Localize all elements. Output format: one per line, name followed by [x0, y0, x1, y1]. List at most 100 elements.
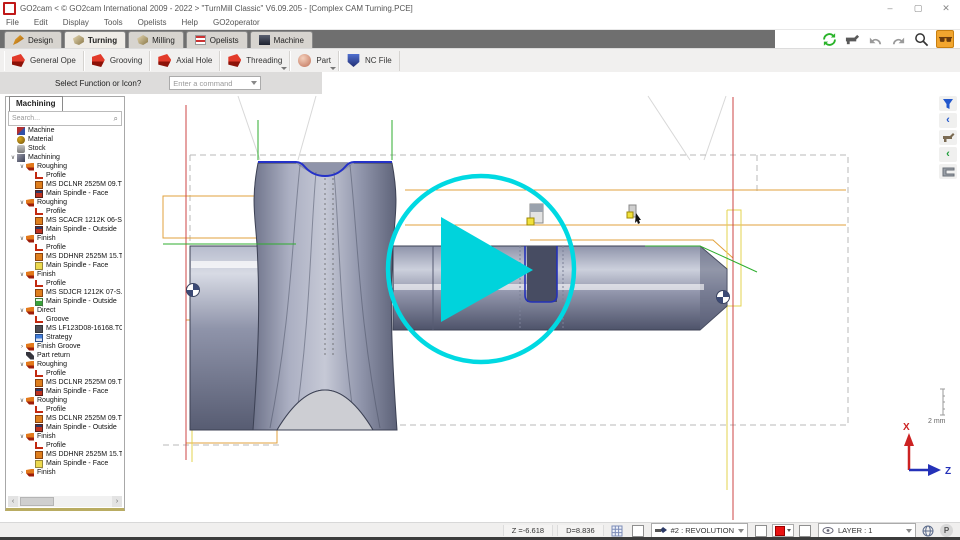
redo-icon[interactable]: [890, 31, 906, 47]
tree-item-ms-scacr-1212k-06-s-t[interactable]: MS SCACR 1212K 06-S.T: [8, 216, 122, 225]
menu-help[interactable]: Help: [182, 18, 198, 27]
sync-icon[interactable]: [821, 31, 837, 47]
scroll-left-icon[interactable]: ‹: [8, 496, 18, 507]
tree-item-roughing[interactable]: ∨Roughing: [8, 360, 122, 369]
menu-tools[interactable]: Tools: [104, 18, 123, 27]
tree-collapsed-icon[interactable]: ›: [18, 470, 26, 476]
toolbar-nc-file-button[interactable]: NC File: [339, 51, 400, 71]
tree-expanded-icon[interactable]: ∨: [18, 271, 26, 278]
tree-item-ms-sdjcr-1212k-07-s-t0[interactable]: MS SDJCR 1212K 07-S.T0: [8, 288, 122, 297]
tree-item-finish[interactable]: ∨Finish: [8, 234, 122, 243]
tree-item-ms-dclnr-2525m-09-t00[interactable]: MS DCLNR 2525M 09.T00: [8, 180, 122, 189]
layer-checkbox[interactable]: [799, 525, 811, 537]
tree-item-finish[interactable]: ∨Finish: [8, 432, 122, 441]
revolution-checkbox[interactable]: [632, 525, 644, 537]
scroll-thumb[interactable]: [20, 497, 54, 506]
toolbar-threading-button[interactable]: Threading: [220, 51, 290, 71]
tree-item-profile[interactable]: Profile: [8, 207, 122, 216]
tree-item-part-return[interactable]: Part return: [8, 351, 122, 360]
tree-item-finish[interactable]: ›Finish: [8, 468, 122, 477]
tab-design[interactable]: Design: [4, 31, 62, 48]
tree-item-main-spindle-face[interactable]: Main Spindle - Face: [8, 261, 122, 270]
glasses-icon[interactable]: [936, 30, 954, 48]
menu-file[interactable]: File: [6, 18, 19, 27]
undo-icon[interactable]: [867, 31, 883, 47]
tree-item-profile[interactable]: Profile: [8, 243, 122, 252]
tree-item-machining[interactable]: ∨Machining: [8, 153, 122, 162]
tree-item-main-spindle-outside[interactable]: Main Spindle - Outside: [8, 225, 122, 234]
caliper-icon[interactable]: [844, 31, 860, 47]
tree-item-profile[interactable]: Profile: [8, 171, 122, 180]
search-input[interactable]: Search... ⌕: [8, 111, 122, 126]
tree-expanded-icon[interactable]: ∨: [9, 154, 17, 161]
tree-item-profile[interactable]: Profile: [8, 405, 122, 414]
menu-display[interactable]: Display: [63, 18, 89, 27]
toolbar-part-button[interactable]: Part: [290, 51, 339, 71]
tree-item-ms-dclnr-2525m-09-t00[interactable]: MS DCLNR 2525M 09.T00: [8, 378, 122, 387]
tree-item-ms-ddhnr-2525m-15-t00[interactable]: MS DDHNR 2525M 15.T00: [8, 252, 122, 261]
tree-item-finish[interactable]: ∨Finish: [8, 270, 122, 279]
tree-item-profile[interactable]: Profile: [8, 441, 122, 450]
step-back-green-icon[interactable]: ‹: [939, 147, 957, 162]
tree-expanded-icon[interactable]: ∨: [18, 235, 26, 242]
tree-item-ms-dclnr-2525m-09-t00[interactable]: MS DCLNR 2525M 09.T00: [8, 414, 122, 423]
tree-item-main-spindle-outside[interactable]: Main Spindle - Outside: [8, 297, 122, 306]
cad-viewport[interactable]: 2 mm X Z: [128, 94, 960, 524]
tree-hscrollbar[interactable]: ‹ ›: [8, 496, 122, 507]
operator-help-button[interactable]: P: [940, 524, 953, 537]
tab-opelists[interactable]: Opelists: [186, 31, 248, 48]
tree-item-groove[interactable]: Groove: [8, 315, 122, 324]
tree-item-main-spindle-face[interactable]: Main Spindle - Face: [8, 387, 122, 396]
tree-expanded-icon[interactable]: ∨: [18, 307, 26, 314]
tab-machine[interactable]: Machine: [250, 31, 313, 48]
tree-item-stock[interactable]: Stock: [8, 144, 122, 153]
close-button[interactable]: ✕: [932, 3, 960, 14]
menu-go2operator[interactable]: GO2operator: [213, 18, 260, 27]
measure-icon[interactable]: [939, 130, 957, 145]
scroll-right-icon[interactable]: ›: [112, 496, 122, 507]
tree-expanded-icon[interactable]: ∨: [18, 433, 26, 440]
toolbar-grooving-button[interactable]: Grooving: [84, 51, 150, 71]
tree-item-ms-lf123d08-16168-t01[interactable]: MS LF123D08-16168.T01: [8, 324, 122, 333]
color-checkbox[interactable]: [755, 525, 767, 537]
tree-item-main-spindle-face[interactable]: Main Spindle - Face: [8, 189, 122, 198]
cad-canvas[interactable]: 2 mm X Z: [128, 94, 960, 524]
tab-machining[interactable]: Machining: [9, 96, 63, 112]
tree-collapsed-icon[interactable]: ›: [18, 344, 26, 350]
grid-toggle-icon[interactable]: [610, 524, 625, 537]
globe-icon[interactable]: [920, 524, 935, 537]
tree-item-profile[interactable]: Profile: [8, 369, 122, 378]
color-selector[interactable]: [772, 524, 794, 537]
tree-item-machine[interactable]: Machine: [8, 126, 122, 135]
tree-item-main-spindle-face[interactable]: Main Spindle - Face: [8, 459, 122, 468]
layer-selector[interactable]: LAYER : 1: [818, 523, 916, 538]
tree-item-roughing[interactable]: ∨Roughing: [8, 396, 122, 405]
command-input[interactable]: Enter a command: [169, 76, 261, 90]
revolution-selector[interactable]: #2 : REVOLUTION: [651, 523, 748, 538]
zoom-icon[interactable]: [913, 31, 929, 47]
maximize-button[interactable]: ▢: [904, 3, 932, 14]
tree-expanded-icon[interactable]: ∨: [18, 199, 26, 206]
tab-milling[interactable]: Milling: [128, 31, 184, 48]
tab-turning[interactable]: Turning: [64, 31, 126, 48]
tree-item-ms-ddhnr-2525m-15-t00[interactable]: MS DDHNR 2525M 15.T00: [8, 450, 122, 459]
menu-edit[interactable]: Edit: [34, 18, 48, 27]
tree-expanded-icon[interactable]: ∨: [18, 397, 26, 404]
filter-icon[interactable]: [939, 96, 957, 111]
toolbar-axial-hole-button[interactable]: Axial Hole: [150, 51, 220, 71]
tree-item-strategy[interactable]: Strategy: [8, 333, 122, 342]
clamp-icon[interactable]: [939, 164, 957, 179]
tree-item-roughing[interactable]: ∨Roughing: [8, 198, 122, 207]
step-back-blue-icon[interactable]: ‹: [939, 113, 957, 128]
tree-expanded-icon[interactable]: ∨: [18, 163, 26, 170]
tree-item-finish-groove[interactable]: ›Finish Groove: [8, 342, 122, 351]
tree-item-material[interactable]: Material: [8, 135, 122, 144]
minimize-button[interactable]: –: [876, 3, 904, 14]
tree-item-main-spindle-outside[interactable]: Main Spindle - Outside: [8, 423, 122, 432]
tree-item-roughing[interactable]: ∨Roughing: [8, 162, 122, 171]
tree-item-direct[interactable]: ∨Direct: [8, 306, 122, 315]
tree-item-profile[interactable]: Profile: [8, 279, 122, 288]
tree-expanded-icon[interactable]: ∨: [18, 361, 26, 368]
menu-opelists[interactable]: Opelists: [138, 18, 167, 27]
toolbar-general-ope-button[interactable]: General Ope: [4, 51, 84, 71]
